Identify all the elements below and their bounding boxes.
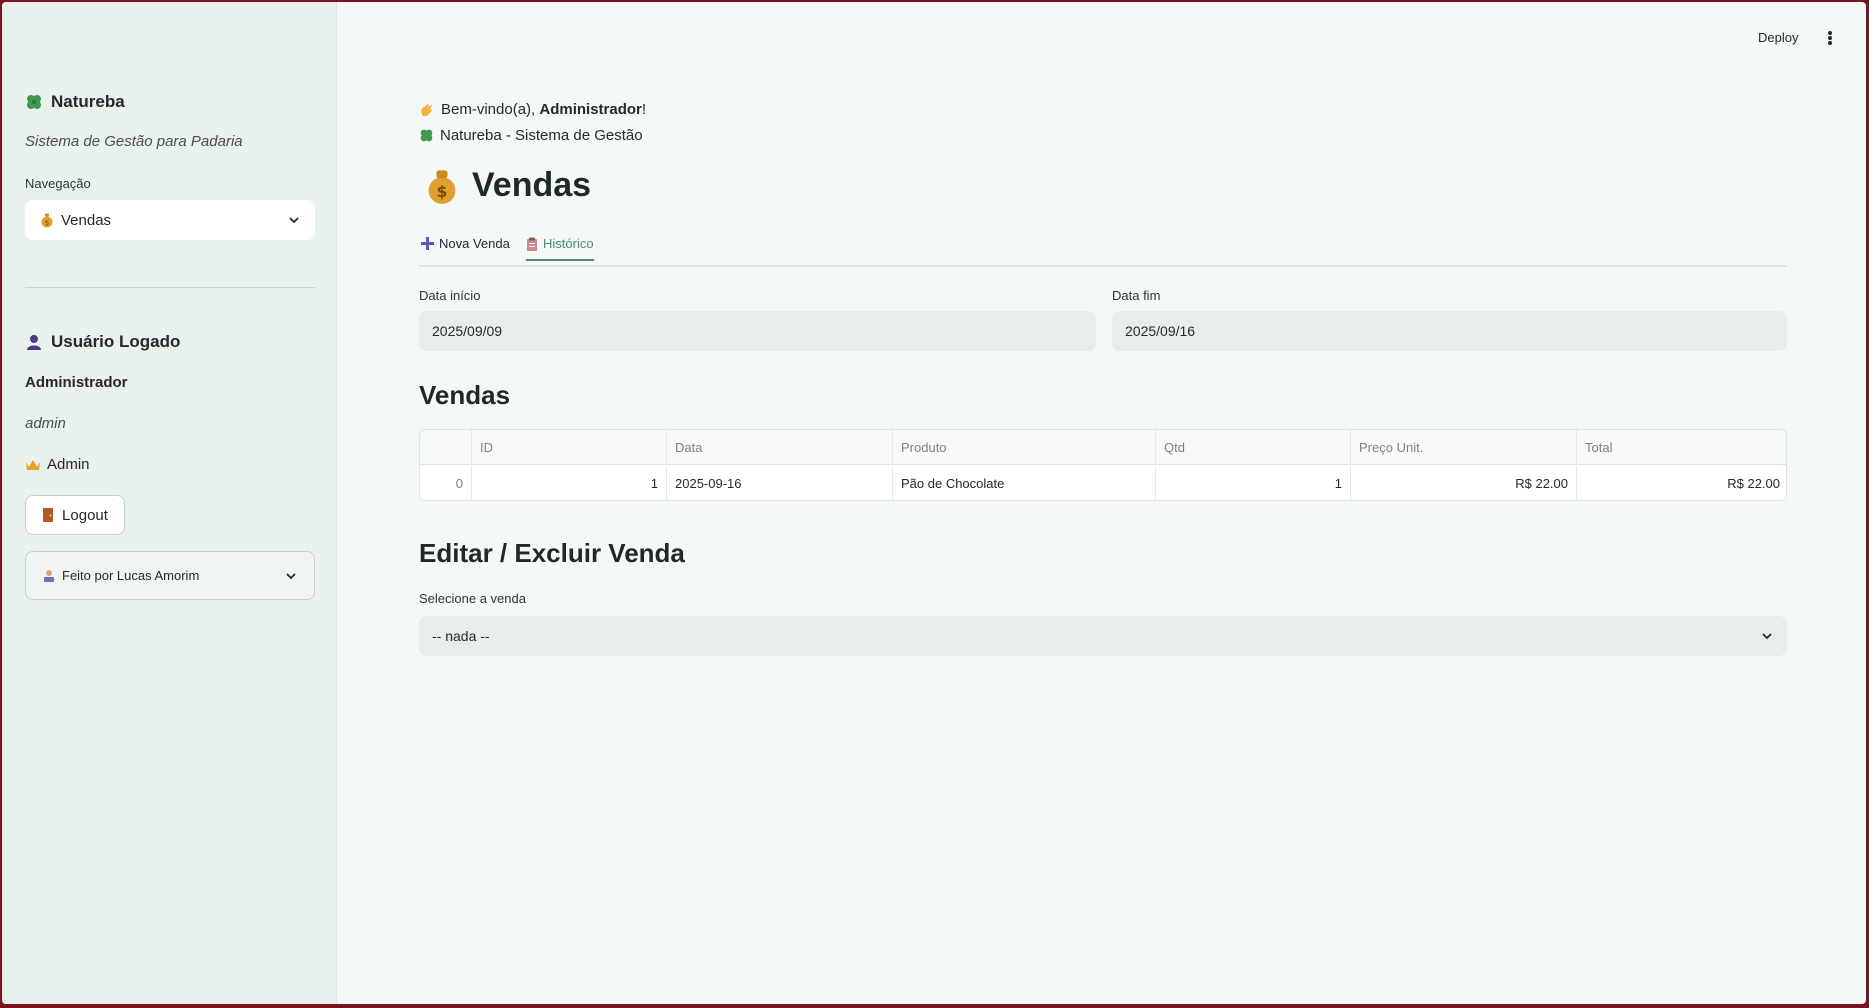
main-content: Bem-vindo(a), Administrador! Natureba - … — [419, 2, 1789, 1004]
date-start-label: Data início — [419, 288, 481, 303]
table-header-cell[interactable]: Qtd — [1156, 430, 1351, 465]
app-window: Natureba Sistema de Gestão para Padaria … — [2, 2, 1866, 1004]
table-header-cell[interactable]: ID — [472, 430, 667, 465]
door-icon — [42, 507, 54, 523]
money-bag-icon: $ — [39, 212, 55, 228]
svg-text:$: $ — [437, 182, 448, 201]
logout-button[interactable]: Logout — [25, 495, 125, 535]
developer-icon — [42, 569, 56, 583]
table-header-cell[interactable]: Produto — [893, 430, 1156, 465]
app-line: Natureba - Sistema de Gestão — [419, 127, 643, 144]
user-name: Administrador — [25, 374, 128, 391]
table-header-cell[interactable] — [420, 430, 472, 465]
user-icon — [25, 333, 43, 351]
brand-name: Natureba — [51, 92, 125, 111]
clover-icon — [25, 93, 43, 111]
sale-select[interactable]: -- nada -- — [419, 616, 1787, 656]
welcome-line: Bem-vindo(a), Administrador! — [419, 101, 646, 118]
table-cell-index: 0 — [420, 466, 472, 500]
credits-expander[interactable]: Feito por Lucas Amorim — [25, 551, 315, 600]
date-start-input[interactable]: 2025/09/09 — [419, 311, 1096, 351]
tabs: Nova Venda Histórico — [419, 231, 1787, 267]
table-header-cell[interactable]: Preço Unit. — [1351, 430, 1577, 465]
chevron-down-icon — [287, 213, 301, 227]
sales-section-title: Vendas — [419, 380, 511, 410]
page-title: $ Vendas — [424, 166, 591, 205]
edit-section-title: Editar / Excluir Venda — [419, 538, 685, 568]
plus-icon — [421, 237, 434, 250]
table-header-cell[interactable]: Data — [667, 430, 893, 465]
welcome-prefix: Bem-vindo(a), — [441, 101, 540, 118]
tab-nova-venda[interactable]: Nova Venda — [421, 236, 510, 259]
nav-select[interactable]: $ Vendas — [25, 200, 315, 240]
table-cell-date: 2025-09-16 — [667, 466, 893, 500]
user-login: admin — [25, 415, 66, 432]
table-cell-total: R$ 22.00 — [1727, 476, 1780, 491]
clover-icon — [419, 128, 434, 143]
table-row[interactable]: 0 1 2025-09-16 Pão de Chocolate 1 R$ 22.… — [420, 466, 1786, 500]
table-header-row: ID Data Produto Qtd Preço Unit. Total — [420, 430, 1786, 465]
nav-label: Navegação — [25, 176, 91, 191]
sidebar: Natureba Sistema de Gestão para Padaria … — [2, 2, 337, 1004]
tab-label: Histórico — [543, 236, 594, 251]
sidebar-subtitle: Sistema de Gestão para Padaria — [25, 133, 243, 150]
chevron-down-icon — [1760, 629, 1774, 643]
page-title-text: Vendas — [472, 166, 592, 204]
svg-text:$: $ — [45, 219, 49, 227]
user-role: Admin — [25, 456, 315, 473]
app-line-text: Natureba - Sistema de Gestão — [440, 127, 643, 144]
user-section-header: Usuário Logado — [25, 332, 315, 352]
user-section-title: Usuário Logado — [51, 332, 181, 351]
logout-label: Logout — [62, 506, 108, 524]
date-end-input[interactable]: 2025/09/16 — [1112, 311, 1787, 351]
credits-label: Feito por Lucas Amorim — [62, 568, 200, 583]
date-end-label: Data fim — [1112, 288, 1161, 303]
crown-icon — [25, 458, 41, 472]
sale-select-label: Selecione a venda — [419, 591, 526, 606]
table-cell-id: 1 — [472, 466, 667, 500]
chevron-down-icon — [284, 569, 298, 583]
sales-table: ID Data Produto Qtd Preço Unit. Total 0 … — [419, 429, 1787, 501]
table-header-cell[interactable]: Total — [1577, 430, 1786, 465]
user-role-label: Admin — [47, 456, 90, 473]
clipboard-icon — [526, 237, 538, 251]
sidebar-brand: Natureba — [25, 92, 315, 112]
table-cell-unit-price: R$ 22.00 — [1351, 466, 1577, 500]
sidebar-divider — [25, 287, 315, 288]
tab-historico[interactable]: Histórico — [526, 236, 594, 261]
table-cell-product: Pão de Chocolate — [893, 466, 1156, 500]
main-menu-icon[interactable] — [1822, 28, 1838, 48]
welcome-suffix: ! — [641, 101, 647, 118]
welcome-name: Administrador — [539, 101, 642, 118]
nav-select-value: Vendas — [61, 211, 112, 229]
tab-label: Nova Venda — [439, 236, 510, 251]
sale-select-value: -- nada -- — [432, 628, 490, 644]
money-bag-icon: $ — [424, 167, 460, 205]
waving-hand-icon — [419, 102, 435, 118]
table-cell-qty: 1 — [1156, 466, 1351, 500]
